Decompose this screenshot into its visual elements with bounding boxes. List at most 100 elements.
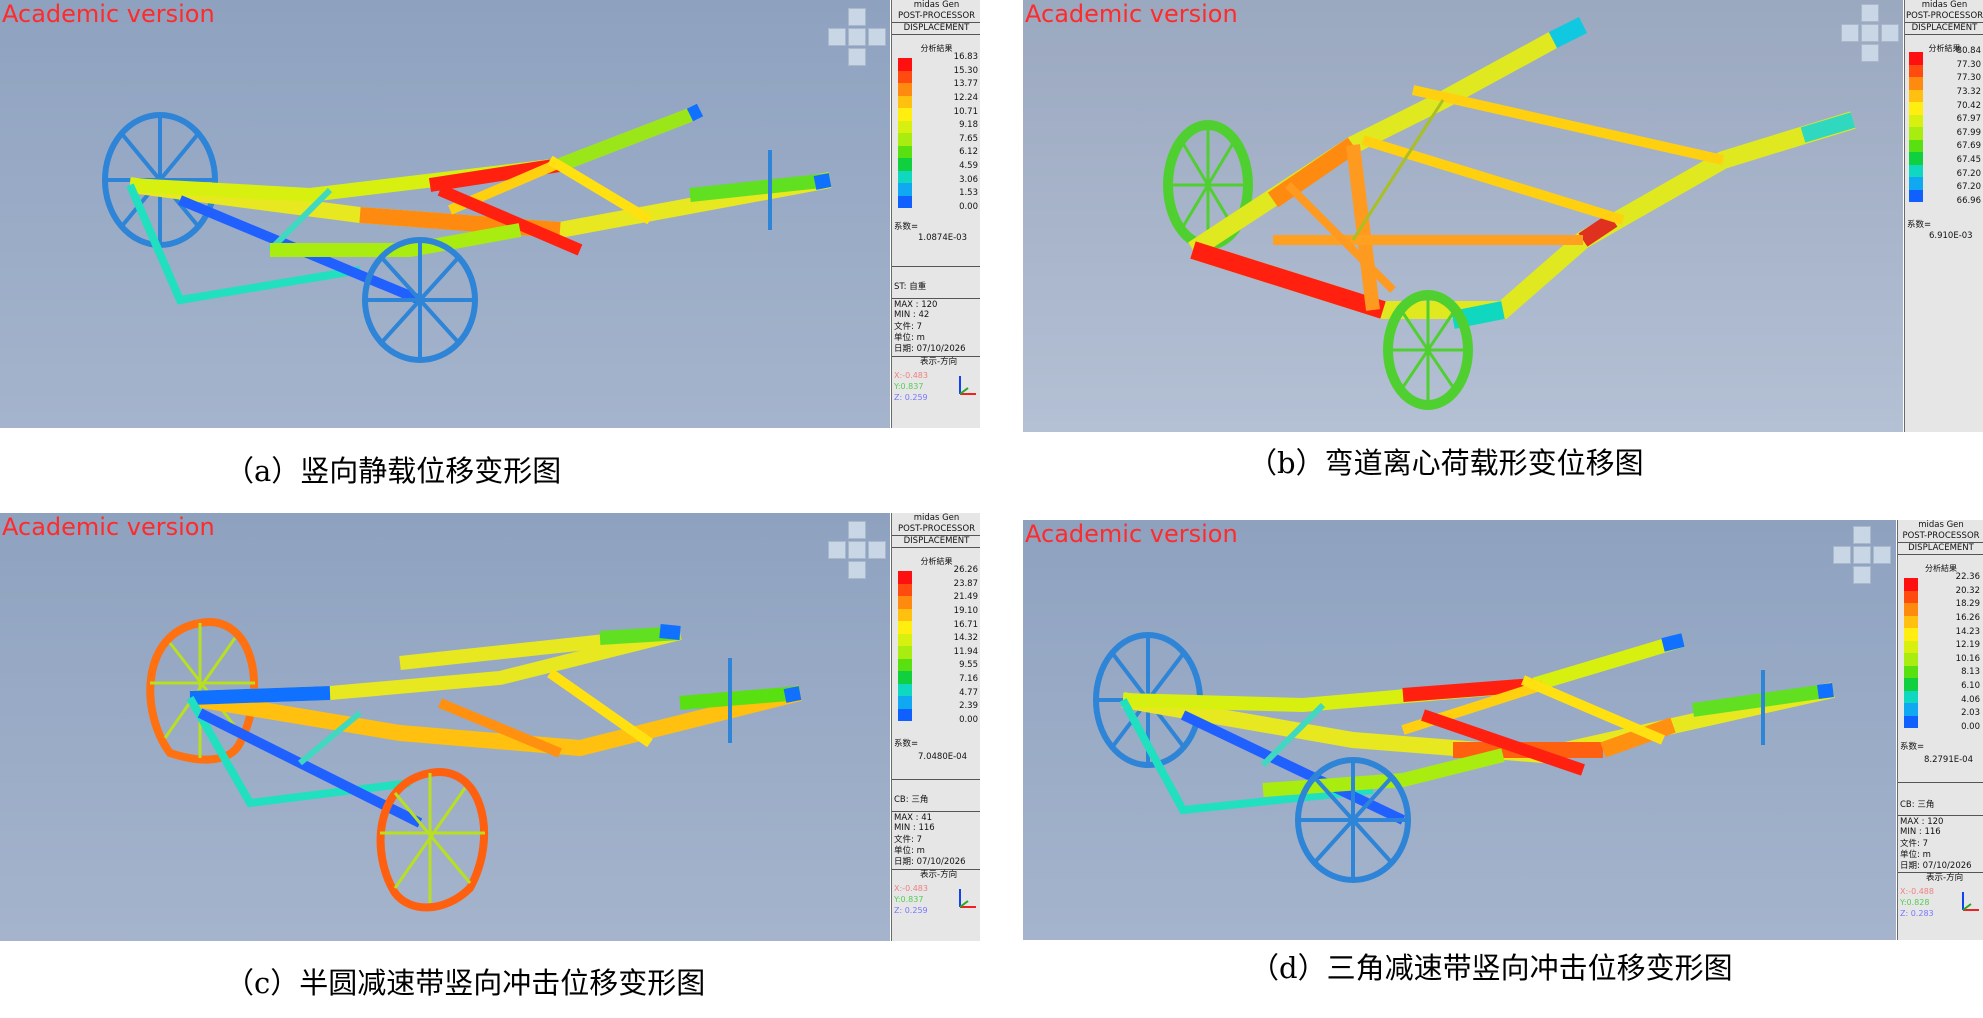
legend-value: 12.24 [953, 92, 978, 103]
legend-value: 26.26 [953, 565, 978, 575]
view-direction-label: 表示-方向 [1926, 873, 1964, 883]
viewport-a[interactable]: Academic version [0, 0, 890, 428]
min-node: MIN : 42 [894, 310, 930, 320]
legend-band [898, 145, 912, 158]
factor-label: 系数= [894, 739, 919, 749]
viewport-c[interactable]: Academic version [0, 513, 890, 941]
program-name: midas Gen [1918, 520, 1964, 530]
unit-info: 单位: m [894, 333, 925, 343]
direction-values: X:-0.483 Y:0.837 Z: 0.259 [894, 883, 928, 916]
legend-value: 23.87 [953, 578, 978, 589]
legend-value: 12.19 [1955, 640, 1980, 651]
load-case: ST: 自重 [894, 282, 927, 292]
legend-value: 0.00 [1961, 722, 1980, 732]
y-direction: Y:0.837 [894, 895, 924, 904]
legend-value: 67.20 [1956, 182, 1981, 193]
legend-band [1904, 578, 1918, 591]
legend-color-bar [898, 571, 912, 721]
axis-triad-icon [959, 889, 976, 908]
result-panel-a: midas Gen POST-PROCESSOR DISPLACEMENT 分析… [891, 0, 980, 428]
legend-band [898, 70, 912, 83]
date-info: 日期: 07/10/2026 [894, 857, 966, 867]
module-name: POST-PROCESSOR [897, 11, 976, 21]
legend-value: 22.36 [1955, 572, 1980, 582]
legend-value: 20.32 [1955, 585, 1980, 596]
legend-value: 3.06 [959, 174, 978, 185]
color-legend: 26.26 23.87 21.49 19.10 16.71 14.32 11.94 9.55 7… [898, 565, 978, 725]
y-direction: Y:0.837 [894, 382, 924, 391]
legend-band [898, 133, 912, 146]
view-cube-icon[interactable] [1841, 4, 1899, 62]
file-info: 文件: 7 [894, 322, 922, 332]
front-wheel-a [362, 237, 478, 363]
z-direction: Z: 0.259 [894, 393, 928, 402]
legend-band [1904, 590, 1918, 603]
unit-info: 单位: m [1900, 850, 1931, 860]
model-render-d [1023, 520, 1896, 940]
program-name: midas Gen [913, 513, 960, 523]
legend-band [898, 683, 912, 696]
legend-band [1909, 52, 1923, 65]
file-info: 文件: 7 [1900, 839, 1928, 849]
file-info: 文件: 7 [894, 835, 922, 845]
legend-band [898, 120, 912, 133]
legend-band [898, 671, 912, 684]
legend-value: 1.53 [959, 188, 978, 199]
z-direction: Z: 0.283 [1900, 909, 1934, 918]
legend-color-bar [898, 58, 912, 208]
legend-band [1904, 690, 1918, 703]
legend-band [1909, 189, 1923, 202]
legend-band [898, 170, 912, 183]
legend-value: 73.32 [1956, 86, 1981, 97]
result-type: DISPLACEMENT [1898, 542, 1983, 555]
legend-value: 2.39 [959, 701, 978, 712]
legend-color-bar [1909, 52, 1923, 202]
front-wheel-b [1383, 290, 1473, 410]
legend-value: 66.96 [1956, 196, 1981, 206]
min-node: MIN : 116 [1900, 827, 1941, 837]
result-panel-b: midas Gen POST-PROCESSOR DISPLACEMENT 分析… [1904, 0, 1983, 432]
legend-value: 2.03 [1961, 708, 1980, 719]
legend-value: 16.26 [1955, 612, 1980, 623]
load-case: CB: 三角 [1900, 800, 1935, 810]
legend-band [1909, 177, 1923, 190]
legend-band [898, 108, 912, 121]
legend-value: 4.77 [959, 687, 978, 698]
legend-value: 9.18 [959, 120, 978, 131]
view-cube-icon[interactable] [1833, 526, 1891, 584]
view-direction-label: 表示-方向 [920, 357, 958, 367]
legend-band [1909, 127, 1923, 140]
caption-c: （c）半圆减速带竖向冲击位移变形图 [225, 966, 706, 1000]
legend-band [1909, 77, 1923, 90]
legend-value: 67.99 [1956, 127, 1981, 138]
legend-band [898, 596, 912, 609]
legend-value: 8.13 [1961, 667, 1980, 678]
result-type: DISPLACEMENT [1905, 22, 1983, 35]
legend-band [898, 58, 912, 71]
legend-band [898, 621, 912, 634]
legend-band [1904, 640, 1918, 653]
viewport-b[interactable]: Academic version [1023, 0, 1903, 432]
watermark: Academic version [2, 0, 215, 28]
legend-band [1904, 715, 1918, 728]
legend-color-bar [1904, 578, 1918, 728]
legend-value: 16.83 [953, 52, 978, 62]
legend-value: 9.55 [959, 660, 978, 671]
viewport-d[interactable]: Academic version [1023, 520, 1896, 940]
caption-d: （d）三角减速带竖向冲击位移变形图 [1250, 951, 1733, 985]
factor-value: 1.0874E-03 [918, 233, 967, 243]
legend-band [1909, 139, 1923, 152]
legend-band [1904, 628, 1918, 641]
view-cube-icon[interactable] [828, 521, 886, 579]
color-legend: 22.36 20.32 18.29 16.26 14.23 12.19 10.16 8.13 6… [1904, 572, 1982, 732]
legend-band [898, 608, 912, 621]
x-direction: X:-0.483 [894, 371, 928, 380]
view-cube-icon[interactable] [828, 8, 886, 66]
front-wheel-d [1295, 757, 1411, 883]
legend-value: 7.16 [959, 674, 978, 685]
legend-value: 4.59 [959, 161, 978, 172]
factor-value: 7.0480E-04 [918, 752, 967, 762]
load-case: CB: 三角 [894, 795, 929, 805]
figure-d: Academic version midas Gen POST-PROCESSO… [1023, 520, 1983, 940]
legend-band [898, 583, 912, 596]
